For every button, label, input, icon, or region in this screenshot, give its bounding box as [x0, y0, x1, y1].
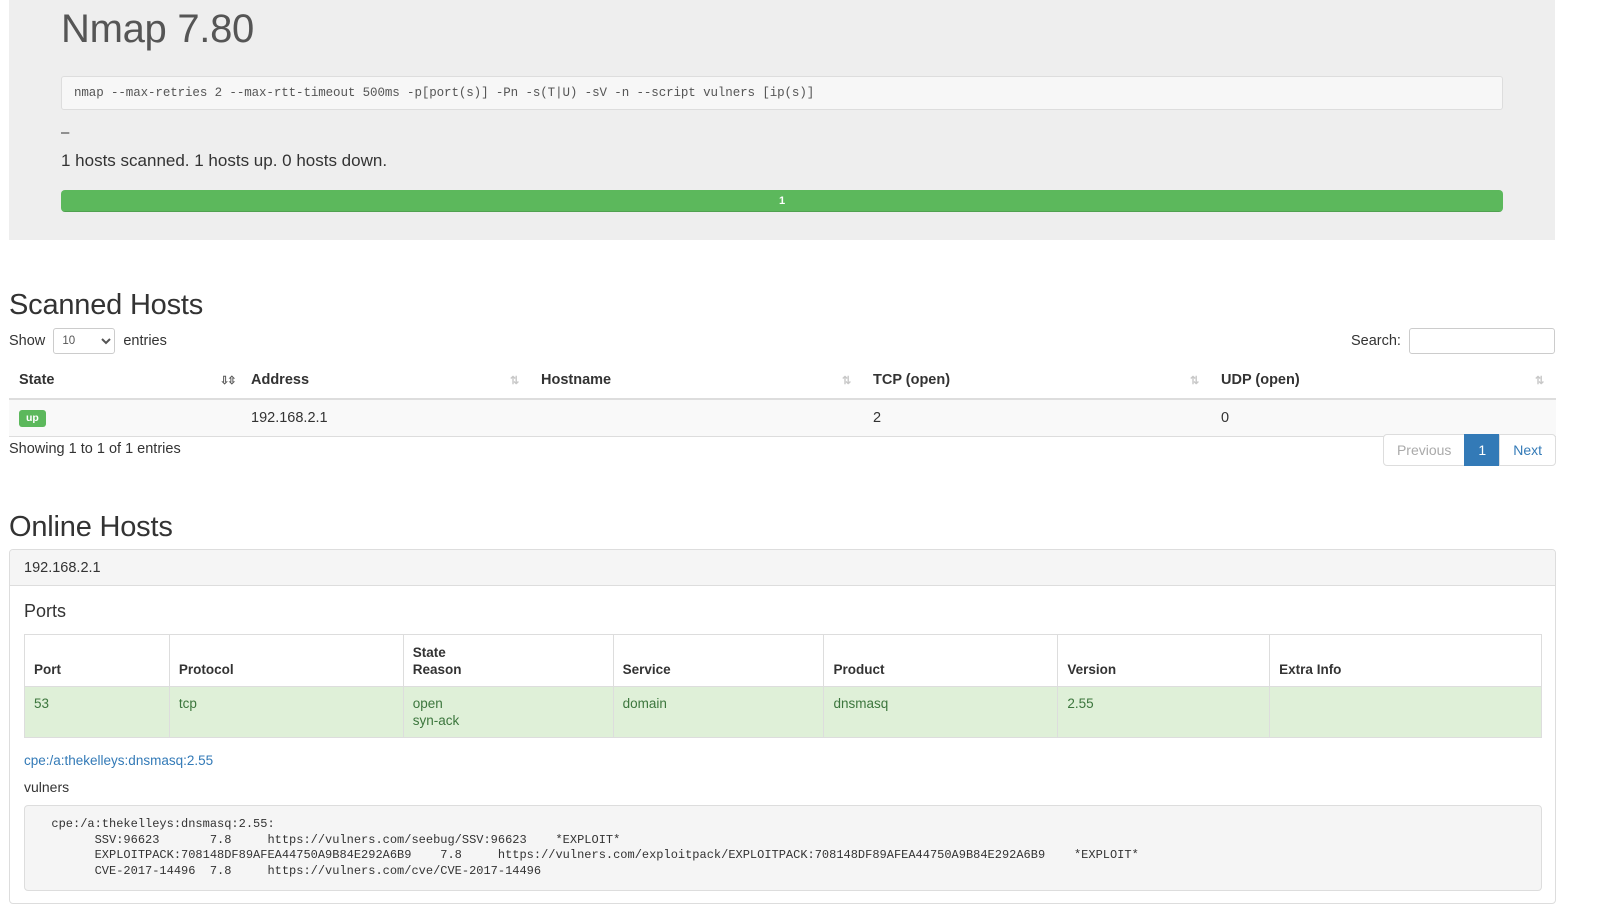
- ports-column-state-reason: State Reason: [402, 634, 614, 687]
- script-name-label: vulners: [24, 779, 70, 795]
- datatable-footer: Showing 1 to 1 of 1 entries Previous 1 N…: [9, 434, 1556, 466]
- host-address-label: 192.168.2.1: [24, 560, 101, 576]
- sort-desc-icon[interactable]: ⇩⇳: [220, 373, 236, 389]
- ports-cell-version: 2.55: [1057, 686, 1271, 738]
- datatable-controls: Show 10 entries Search:: [9, 328, 1555, 356]
- ports-column-state-line2: Reason: [412, 662, 462, 677]
- ports-cell-protocol: tcp: [168, 686, 404, 738]
- sort-icon[interactable]: ⇅: [510, 373, 522, 389]
- cell-hostname: [531, 399, 863, 437]
- column-label-hostname: Hostname: [541, 372, 612, 388]
- ports-cell-state-reason: open syn-ack: [402, 686, 614, 738]
- ports-column-version: Version: [1057, 634, 1271, 687]
- column-header-state[interactable]: State ⇩⇳: [9, 364, 241, 400]
- ports-column-protocol: Protocol: [168, 634, 404, 687]
- cell-udp-open: 0: [1211, 399, 1556, 437]
- scan-separator: –: [61, 124, 70, 141]
- column-header-tcp-open[interactable]: TCP (open) ⇅: [863, 364, 1211, 400]
- ports-section-label: Ports: [24, 601, 67, 621]
- sort-icon[interactable]: ⇅: [1190, 373, 1202, 389]
- column-label-tcp-open: TCP (open): [873, 372, 951, 388]
- sort-icon[interactable]: ⇅: [842, 373, 854, 389]
- scan-status-text: 1 hosts scanned. 1 hosts up. 0 hosts dow…: [61, 151, 388, 170]
- entries-length-suffix: entries: [123, 333, 167, 349]
- ports-cell-product: dnsmasq: [823, 686, 1059, 738]
- ports-column-port: Port: [24, 634, 170, 687]
- host-panel-body: Ports Port Protocol State Reason Service…: [10, 586, 1555, 892]
- online-hosts-heading: Online Hosts: [9, 511, 173, 543]
- column-header-hostname[interactable]: Hostname ⇅: [531, 364, 863, 400]
- table-header-row: State ⇩⇳ Address ⇅ Hostname ⇅ TCP (open)…: [9, 364, 1556, 400]
- pagination-previous-button[interactable]: Previous: [1382, 434, 1466, 466]
- status-badge: up: [19, 410, 46, 427]
- ports-cell-port: 53: [24, 686, 170, 738]
- scan-progress: 1: [61, 190, 1503, 212]
- ports-column-extra-info: Extra Info: [1269, 634, 1542, 687]
- entries-length-control: Show 10 entries: [9, 328, 167, 355]
- scan-panel: Nmap 7.80 – 1 hosts scanned. 1 hosts up.…: [9, 0, 1555, 240]
- script-output: cpe:/a:thekelleys:dnsmasq:2.55: SSV:9662…: [24, 805, 1542, 892]
- online-host-panel: 192.168.2.1 Ports Port Protocol State Re…: [9, 549, 1556, 904]
- scan-progress-bar: 1: [61, 190, 1503, 212]
- column-label-state: State: [19, 372, 55, 388]
- search-input[interactable]: [1409, 328, 1555, 355]
- ports-cell-state: open: [412, 696, 443, 711]
- ports-cell-reason: syn-ack: [412, 713, 460, 728]
- ports-cell-service: domain: [612, 686, 825, 738]
- cell-state: up: [9, 399, 241, 437]
- pagination: Previous 1 Next: [1382, 434, 1556, 466]
- ports-column-product: Product: [823, 634, 1059, 687]
- ports-header-row: Port Protocol State Reason Service Produ…: [24, 634, 1542, 687]
- pagination-next-button[interactable]: Next: [1499, 434, 1556, 466]
- ports-table: Port Protocol State Reason Service Produ…: [24, 634, 1542, 738]
- column-label-udp-open: UDP (open): [1221, 372, 1300, 388]
- cpe-link[interactable]: cpe:/a:thekelleys:dnsmasq:2.55: [24, 752, 1541, 769]
- ports-column-service: Service: [612, 634, 825, 687]
- scanned-hosts-heading: Scanned Hosts: [9, 289, 204, 321]
- scanned-hosts-table: State ⇩⇳ Address ⇅ Hostname ⇅ TCP (open)…: [9, 364, 1556, 437]
- entries-info: Showing 1 to 1 of 1 entries: [9, 441, 181, 457]
- host-panel-header[interactable]: 192.168.2.1: [10, 550, 1555, 586]
- pagination-page-1-button[interactable]: 1: [1464, 434, 1501, 466]
- sort-icon[interactable]: ⇅: [1535, 373, 1547, 389]
- entries-length-select[interactable]: 10: [53, 328, 116, 355]
- cell-address: 192.168.2.1: [241, 399, 531, 437]
- cell-tcp-open: 2: [863, 399, 1211, 437]
- ports-column-state-line1: State: [412, 645, 446, 660]
- nmap-command-input[interactable]: [61, 76, 1503, 110]
- column-header-address[interactable]: Address ⇅: [241, 364, 531, 400]
- column-header-udp-open[interactable]: UDP (open) ⇅: [1211, 364, 1556, 400]
- ports-cell-extra-info: [1269, 686, 1542, 738]
- page-title: Nmap 7.80: [61, 7, 254, 51]
- search-label: Search:: [1350, 333, 1401, 349]
- table-row[interactable]: up 192.168.2.1 2 0: [9, 399, 1556, 437]
- column-label-address: Address: [251, 372, 310, 388]
- ports-table-row: 53 tcp open syn-ack domain dnsmasq 2.55: [24, 686, 1542, 738]
- entries-length-prefix: Show: [9, 333, 46, 349]
- search-control: Search:: [1350, 328, 1555, 355]
